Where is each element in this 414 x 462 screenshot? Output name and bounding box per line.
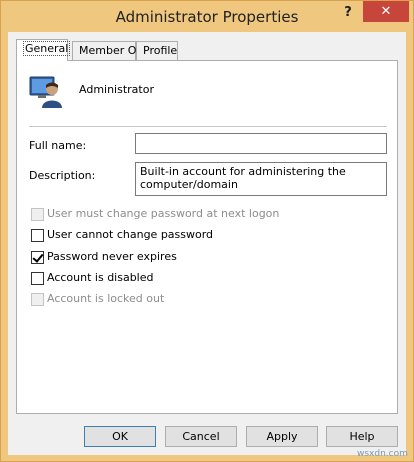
user-account-icon [29, 76, 62, 108]
checkbox-box[interactable] [31, 251, 44, 264]
checkbox-box[interactable] [31, 293, 44, 306]
tab-general[interactable]: General [16, 39, 71, 61]
apply-button[interactable]: Apply [246, 426, 318, 447]
title-bar[interactable]: Administrator Properties ? ✕ [1, 1, 413, 32]
checkbox-box[interactable] [31, 272, 44, 285]
checkbox-label: Account is disabled [47, 271, 154, 284]
close-icon: ✕ [380, 4, 392, 19]
dialog-client-area: General Member Of Profile Administrator … [8, 32, 406, 455]
tab-profile[interactable]: Profile [136, 41, 178, 60]
tab-member-of[interactable]: Member Of [72, 41, 140, 60]
checkbox-label: Account is locked out [47, 292, 165, 305]
divider [29, 126, 387, 127]
cancel-button[interactable]: Cancel [165, 426, 237, 447]
description-input[interactable]: Built-in account for administering the c… [135, 162, 387, 196]
full-name-input[interactable] [135, 133, 387, 154]
checkbox-label: User must change password at next logon [47, 207, 280, 220]
close-button[interactable]: ✕ [363, 1, 409, 22]
user-name: Administrator [79, 83, 154, 96]
help-title-button[interactable]: ? [335, 4, 361, 22]
properties-window: Administrator Properties ? ✕ General Mem… [0, 0, 414, 462]
checkbox-label: Password never expires [47, 250, 177, 263]
description-label: Description: [29, 169, 96, 182]
full-name-label: Full name: [29, 139, 87, 152]
watermark: wsxdn.com [357, 449, 408, 459]
general-tab-panel: Administrator Full name: Description: Bu… [16, 60, 398, 414]
checkbox-label: User cannot change password [47, 228, 214, 241]
checkbox-box[interactable] [31, 208, 44, 221]
dialog-button-bar: OK Cancel Apply Help [8, 426, 406, 450]
checkbox-box[interactable] [31, 229, 44, 242]
ok-button[interactable]: OK [84, 426, 156, 447]
help-button[interactable]: Help [326, 426, 398, 447]
